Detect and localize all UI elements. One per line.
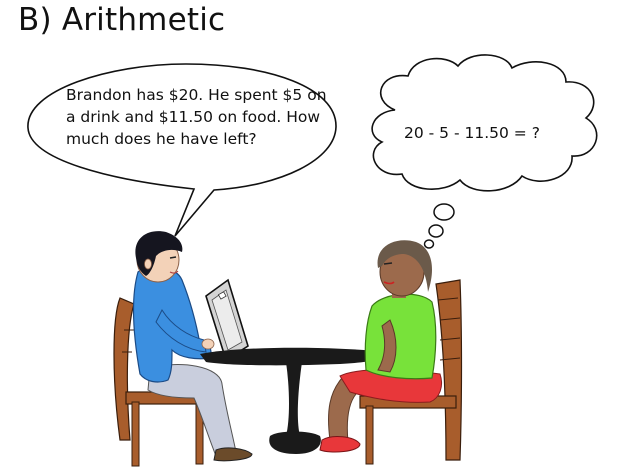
thought-cloud (371, 54, 598, 192)
thought-dot-small (423, 239, 435, 249)
diagram-title: B) Arithmetic (18, 2, 226, 38)
thought-cloud-text: 20 - 5 - 11.50 = ? (404, 124, 540, 142)
illustration: B) Arithmetic Brandon has $20. He spent … (0, 0, 629, 474)
scene-drawing (27, 54, 598, 467)
thought-dot-medium (428, 224, 444, 238)
girl-figure (319, 240, 443, 453)
thought-dot-large (433, 203, 455, 221)
speech-bubble-text: Brandon has $20. He spent $5 on a drink … (66, 86, 327, 148)
